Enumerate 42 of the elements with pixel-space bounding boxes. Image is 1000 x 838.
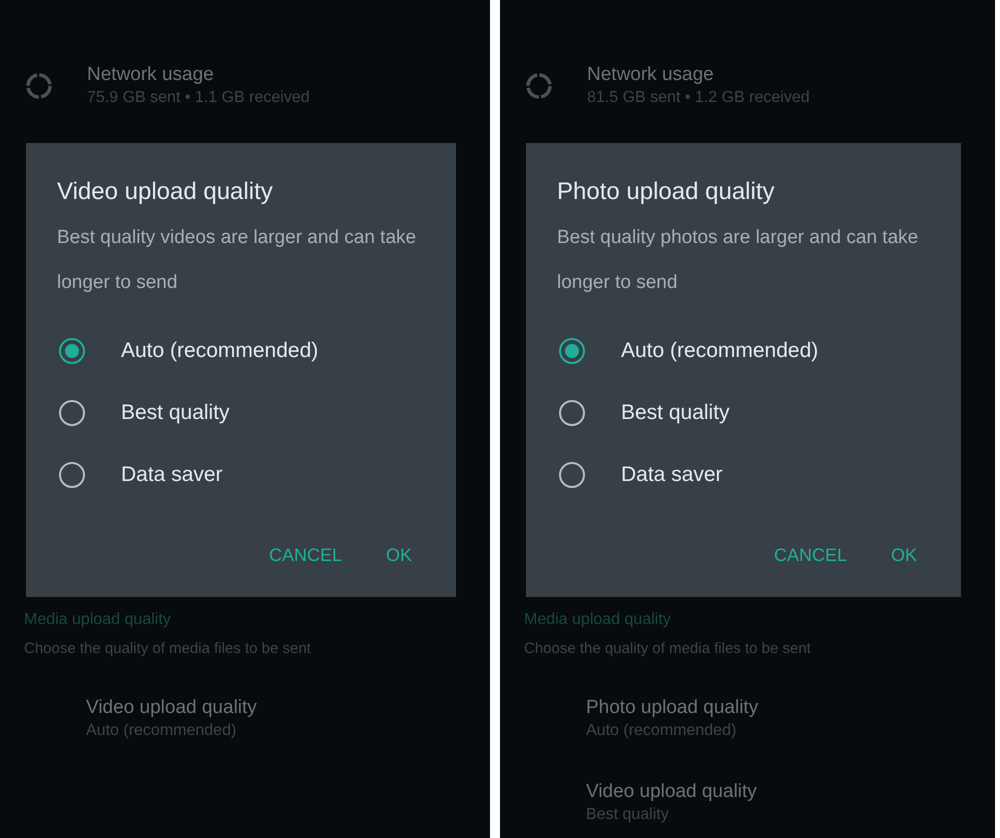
option-label: Best quality <box>121 400 230 426</box>
setting-subtitle: 81.5 GB sent • 1.2 GB received <box>587 88 810 108</box>
option-label: Best quality <box>621 400 730 426</box>
setting-subtitle: Auto (recommended) <box>586 721 738 741</box>
dialog-message: Best quality videos are larger and can take longer to send <box>57 226 418 295</box>
ok-button[interactable]: OK <box>386 542 412 569</box>
data-usage-icon <box>525 72 553 100</box>
setting-subtitle: 75.9 GB sent • 1.1 GB received <box>87 88 310 108</box>
option-label: Auto (recommended) <box>121 338 318 364</box>
data-usage-icon <box>25 72 53 100</box>
radio-button[interactable] <box>559 400 585 426</box>
section-description: Choose the quality of media files to be sent <box>524 639 812 659</box>
radio-button[interactable] <box>59 400 85 426</box>
setting-title: Network usage <box>587 63 715 87</box>
radio-option[interactable]: Auto (recommended) <box>557 333 818 369</box>
cancel-button[interactable]: CANCEL <box>268 542 342 569</box>
radio-option[interactable]: Auto (recommended) <box>57 333 318 369</box>
radio-option[interactable]: Data saver <box>557 457 723 493</box>
radio-button[interactable] <box>559 338 585 364</box>
radio-button[interactable] <box>59 462 85 488</box>
radio-option[interactable]: Best quality <box>57 395 230 431</box>
radio-option[interactable]: Best quality <box>557 395 730 431</box>
dialog-title: Photo upload quality <box>557 177 776 207</box>
radio-button[interactable] <box>559 462 585 488</box>
option-label: Data saver <box>621 462 723 488</box>
radio-option[interactable]: Data saver <box>57 457 223 493</box>
cancel-button[interactable]: CANCEL <box>774 542 847 569</box>
setting-subtitle: Auto (recommended) <box>86 721 238 741</box>
ok-button[interactable]: OK <box>890 542 917 569</box>
radio-button[interactable] <box>59 338 85 364</box>
setting-subtitle: Best quality <box>586 805 670 825</box>
setting-title: Network usage <box>87 63 215 87</box>
setting-title: Photo upload quality <box>586 696 760 720</box>
setting-title: Video upload quality <box>86 696 258 720</box>
dialog-message: Best quality photos are larger and can take longer to send <box>557 226 920 295</box>
section-description: Choose the quality of media files to be sent <box>24 639 312 659</box>
option-label: Auto (recommended) <box>621 338 818 364</box>
section-header: Media upload quality <box>24 610 172 630</box>
option-label: Data saver <box>121 462 223 488</box>
dialog-title: Video upload quality <box>57 177 274 207</box>
setting-title: Video upload quality <box>586 780 758 804</box>
section-header: Media upload quality <box>524 610 672 630</box>
